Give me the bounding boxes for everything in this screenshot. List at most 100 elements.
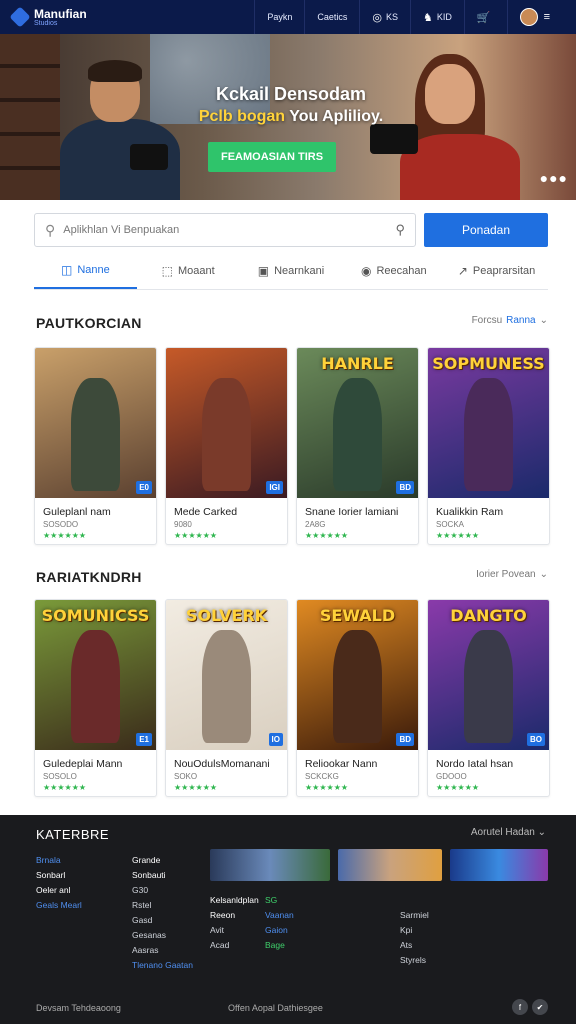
cover-title-art: SEWALD	[319, 606, 396, 625]
card-row-popular: SOMUNICSS E1 Guledeplai Mann SOSOLO ★★★★★★ SO…	[34, 599, 550, 797]
footer-link[interactable]: Sonbarl	[36, 868, 82, 883]
game-meta: 2A8G	[305, 520, 326, 529]
nav-item-kid[interactable]: ♞ KID	[409, 0, 464, 34]
cover-character	[464, 378, 513, 491]
game-card[interactable]: SOMUNICSS E1 Guledeplai Mann SOSOLO ★★★★★★	[34, 599, 157, 797]
game-title: Guleplanl nam	[43, 506, 111, 518]
section-more-popular[interactable]: Iorier Povean ⌄	[476, 569, 548, 580]
game-card[interactable]: SOLVERK IO NouOdulsMomanani SOKO ★★★★★★	[165, 599, 288, 797]
footer-link[interactable]: Acad	[210, 938, 259, 953]
hero-cta-button[interactable]: FEAMOASIAN TIRS	[208, 142, 336, 172]
hero-title: Kckail Densodam	[215, 84, 367, 104]
rating-badge: BO	[527, 733, 545, 746]
cover-title-art: SOLVERK	[185, 606, 268, 625]
tab-nanne[interactable]: ◫ Nanne	[34, 252, 137, 289]
cover-character	[202, 630, 251, 743]
footer-more-link[interactable]: Aorutel Hadan ⌄	[471, 827, 546, 838]
chevron-down-icon: ⌄	[537, 827, 546, 838]
footer-link[interactable]: Kpi	[400, 923, 429, 938]
footer-link[interactable]: Kelsanldplan	[210, 893, 259, 908]
footer-link[interactable]: Brnala	[36, 853, 82, 868]
game-cover-image: HANRLE BD	[297, 348, 418, 498]
cover-character	[333, 630, 382, 743]
rating-badge: BD	[396, 481, 414, 494]
footer-link[interactable]: G30	[132, 883, 193, 898]
cover-title-art: HANRLE	[321, 354, 394, 373]
footer-col-1: Brnala Sonbarl Oeler anl Geals Mearl	[36, 853, 82, 913]
rating-badge: IGI	[266, 481, 283, 494]
account-menu[interactable]: ≡	[506, 0, 566, 34]
footer-link[interactable]: Aasras	[132, 943, 193, 958]
game-card[interactable]: DANGTO BO Nordo Iatal hsan GDOOO ★★★★★★	[427, 599, 550, 797]
rating-badge: IO	[268, 733, 283, 746]
target-icon: ◉	[360, 263, 372, 278]
person-hair	[88, 60, 142, 82]
footer-link[interactable]: Rstel	[132, 898, 193, 913]
game-title: NouOdulsMomanani	[174, 758, 270, 770]
footer-legal-link[interactable]: Offen Aopal Dathiesgee	[228, 1003, 323, 1013]
tab-moaant[interactable]: ⬚ Moaant	[137, 252, 240, 289]
footer-link[interactable]: Gaion	[265, 923, 294, 938]
footer-link[interactable]: Geals Mearl	[36, 898, 82, 913]
search-submit-icon[interactable]: ⚲	[395, 222, 405, 238]
rating-badge: E1	[136, 733, 152, 746]
cover-title-art: SOMUNICSS	[41, 606, 150, 625]
star-rating-icon: ★★★★★★	[43, 783, 87, 792]
hero-person-right	[370, 54, 525, 200]
footer-link[interactable]: Oeler anl	[36, 883, 82, 898]
footer-link[interactable]: Ats	[400, 938, 429, 953]
footer-link[interactable]: Styrels	[400, 953, 429, 968]
footer-col-3: Kelsanldplan Reeon Avit Acad	[210, 893, 259, 953]
footer-link[interactable]: Avit	[210, 923, 259, 938]
tab-label: Nanne	[77, 263, 110, 276]
footer-link[interactable]: Vaanan	[265, 908, 294, 923]
footer-title: KATERBRE	[36, 827, 110, 842]
cart-button[interactable]: 🛒	[463, 0, 507, 34]
footer-link[interactable]: Tlenano Gaatan	[132, 958, 193, 973]
section-more-featured[interactable]: Forcsu Ranna ⌄	[472, 315, 548, 326]
brand-logo[interactable]: Manufian Studios	[9, 6, 240, 28]
grid-icon: ▣	[257, 263, 270, 278]
tab-peaprarsitan[interactable]: ↗ Peaprarsitan	[445, 252, 548, 289]
game-card[interactable]: SOPMUNESS Kualikkin Ram SOCKA ★★★★★★	[427, 347, 550, 545]
tab-reecahan[interactable]: ◉ Reecahan	[342, 252, 445, 289]
footer-thumbnail-3[interactable]	[450, 849, 548, 881]
footer-link[interactable]: Grande	[132, 853, 193, 868]
footer-link[interactable]: Bage	[265, 938, 294, 953]
game-cover-image: SEWALD BD	[297, 600, 418, 750]
game-card[interactable]: SEWALD BD Reliookar Nann SCKCKG ★★★★★★	[296, 599, 419, 797]
footer-link[interactable]: Sarmiel	[400, 908, 429, 923]
nav-label: Caetics	[317, 12, 348, 22]
section-title-featured: PAUTKORCIAN	[36, 315, 142, 331]
game-card[interactable]: HANRLE BD Snane Iorier lamiani 2A8G ★★★★★★	[296, 347, 419, 545]
top-navigation-bar: Manufian Studios Paykn Caetics ◎ KS ♞ KID …	[0, 0, 576, 34]
footer-link[interactable]: SG	[265, 893, 294, 908]
facebook-icon[interactable]: f	[512, 999, 528, 1015]
footer-link[interactable]: Reeon	[210, 908, 259, 923]
game-meta: GDOOO	[436, 772, 467, 781]
footer-link[interactable]: Gesanas	[132, 928, 193, 943]
game-meta: SOKO	[174, 772, 198, 781]
search-icon: ⚲	[45, 221, 56, 238]
star-rating-icon: ★★★★★★	[436, 783, 480, 792]
search-bar: ⚲ ⚲	[34, 213, 416, 247]
chevron-down-icon: ⌄	[539, 569, 548, 580]
more-options-icon[interactable]: ●●●	[540, 170, 568, 186]
footer: KATERBRE Aorutel Hadan ⌄ Brnala Sonbarl Oe…	[0, 815, 576, 1024]
game-card[interactable]: IGI Mede Carked 9080 ★★★★★★	[165, 347, 288, 545]
nav-item-ks[interactable]: ◎ KS	[359, 0, 410, 34]
footer-thumbnail-2[interactable]	[338, 849, 442, 881]
footer-link[interactable]: Gasd	[132, 913, 193, 928]
search-button[interactable]: Ponadan	[424, 213, 548, 247]
tab-nearnkani[interactable]: ▣ Nearnkani	[240, 252, 343, 289]
footer-link[interactable]: Sonbauti	[132, 868, 193, 883]
trend-icon: ↗	[457, 263, 468, 278]
search-input[interactable]	[63, 224, 396, 236]
tab-label: Reecahan	[376, 264, 427, 277]
footer-thumbnail-1[interactable]	[210, 849, 330, 881]
nav-item-paykn[interactable]: Paykn	[254, 0, 304, 34]
camera-icon	[370, 124, 418, 154]
nav-item-caetics[interactable]: Caetics	[304, 0, 359, 34]
game-card[interactable]: E0 Guleplanl nam SOSODO ★★★★★★	[34, 347, 157, 545]
check-icon[interactable]: ✔	[532, 999, 548, 1015]
